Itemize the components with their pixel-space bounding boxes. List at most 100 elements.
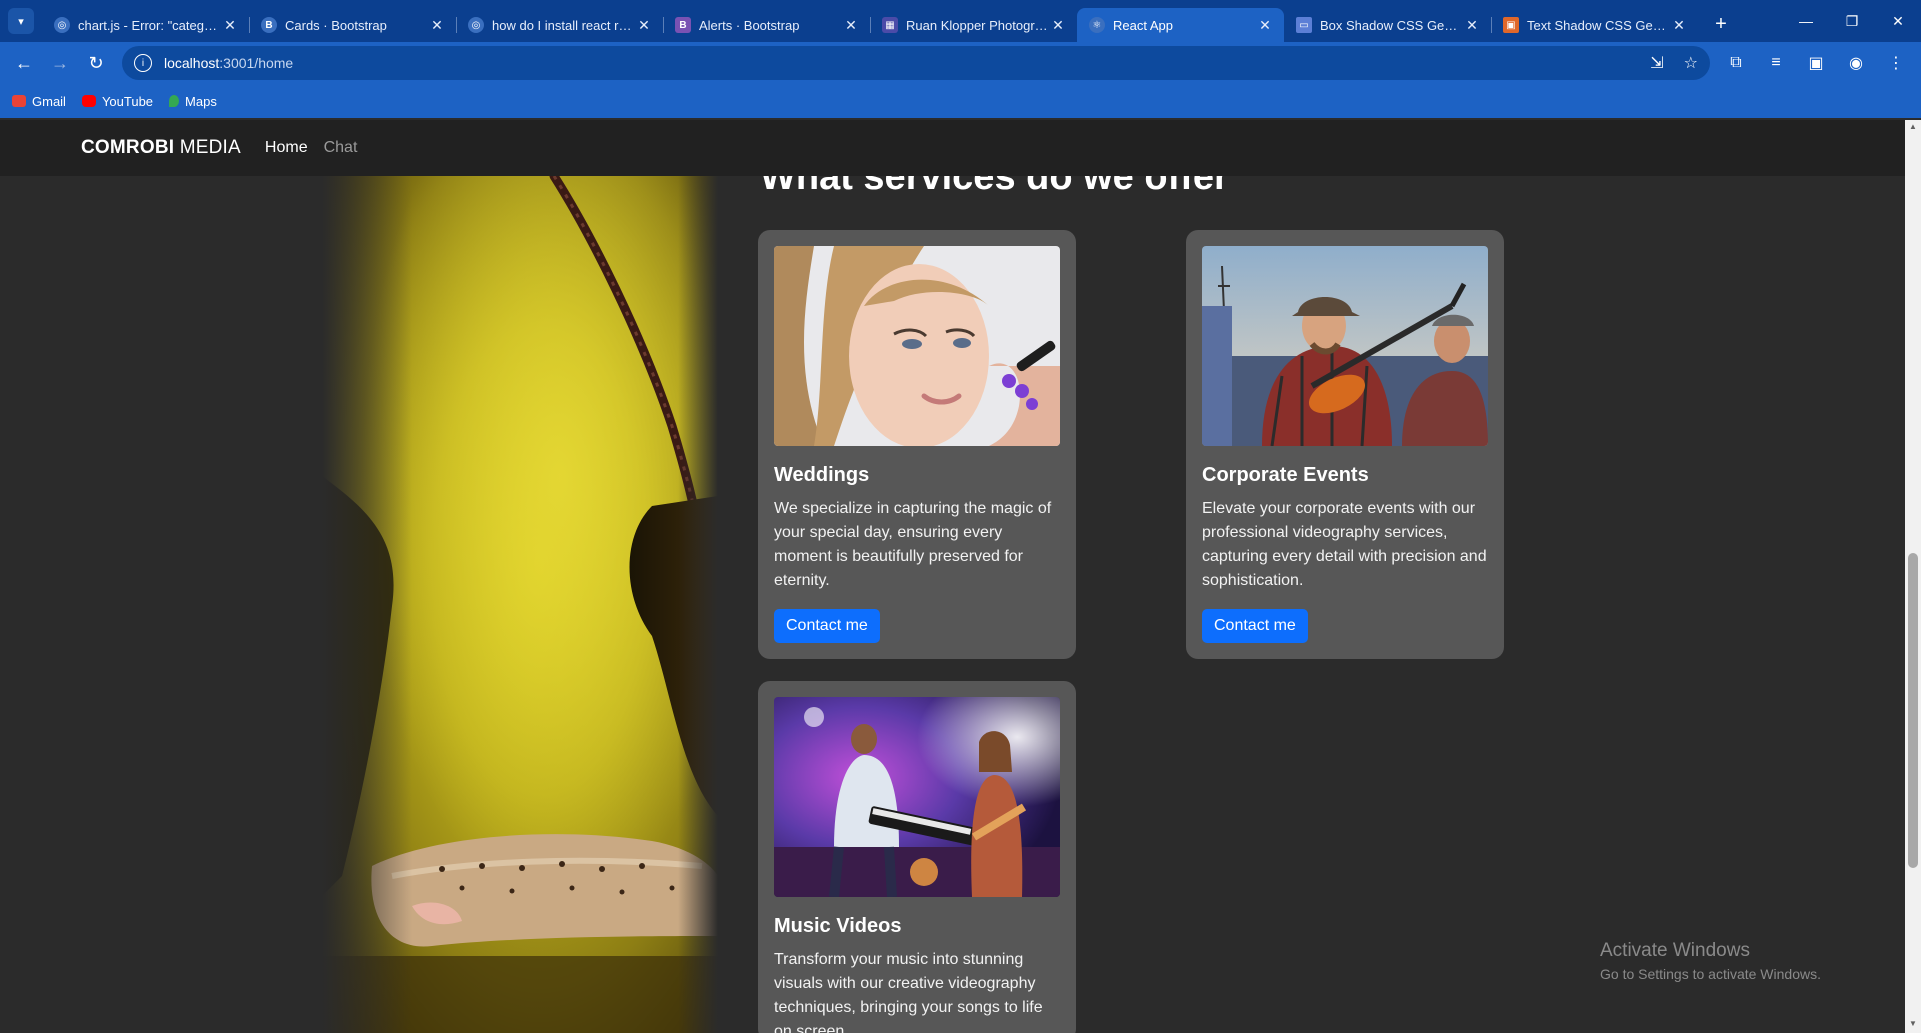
profile-avatar-icon[interactable]: ◉ [1842, 49, 1870, 77]
side-panel-icon[interactable]: ▣ [1802, 49, 1830, 77]
back-arrow-icon[interactable]: ← [6, 45, 42, 81]
scroll-down-arrow-icon[interactable]: ▼ [1909, 1019, 1917, 1028]
tab-title: Box Shadow CSS Generat [1320, 17, 1463, 33]
new-tab-plus-icon[interactable]: + [1706, 9, 1736, 39]
react-favicon-icon: ⚛ [1089, 17, 1105, 33]
tab-title: Alerts · Bootstrap [699, 17, 800, 33]
hero-fade-right [678, 176, 718, 1033]
site-navbar: COMROBI MEDIA Home Chat [0, 120, 1905, 176]
service-card-weddings: Weddings We specialize in capturing the … [758, 230, 1076, 659]
corporate-events-photo [1202, 246, 1488, 446]
browser-tab[interactable]: ◎ how do I install react rout ✕ [456, 8, 663, 42]
card-text: We specialize in capturing the magic of … [774, 500, 1052, 589]
browser-tab[interactable]: B Alerts · Bootstrap ✕ [663, 8, 870, 42]
brand-rest: MEDIA [179, 137, 241, 158]
tab-title: Ruan Klopper Photograph [906, 17, 1049, 33]
tab-favicon-icon: ▭ [1296, 17, 1312, 33]
tab-favicon-icon: ◎ [468, 17, 484, 33]
close-icon[interactable]: ✕ [1049, 17, 1067, 34]
bookmark-label: Gmail [32, 93, 66, 109]
close-icon[interactable]: ✕ [1256, 17, 1274, 34]
bookmark-label: Maps [185, 93, 217, 109]
browser-tab[interactable]: B Cards · Bootstrap ✕ [249, 8, 456, 42]
windows-activation-watermark: Activate Windows Go to Settings to activ… [1600, 940, 1821, 982]
bookmarks-bar: Gmail YouTube Maps [0, 84, 1921, 118]
toolbar-actions: ⧉ ≡ ▣ ◉ ⋮ [1722, 49, 1910, 77]
restore-icon[interactable]: ❐ [1829, 0, 1875, 42]
close-icon[interactable]: ✕ [635, 17, 653, 34]
tab-title: Text Shadow CSS Generat [1527, 17, 1670, 33]
browser-tab-bar: ▾ ◎ chart.js - Error: "category" ✕ B Car… [0, 0, 1921, 42]
service-card-corporate-events: Corporate Events Elevate your corporate … [1186, 230, 1504, 659]
address-bar[interactable]: i localhost:3001/home ⇲ ☆ [122, 46, 1710, 80]
activate-subtitle: Go to Settings to activate Windows. [1600, 966, 1821, 982]
install-app-icon[interactable]: ⇲ [1650, 53, 1663, 73]
tab-favicon-icon: ◎ [54, 17, 70, 33]
browser-tab-active[interactable]: ⚛ React App ✕ [1077, 8, 1284, 42]
hero-insect-photo [322, 176, 718, 1033]
gmail-icon [12, 95, 26, 107]
contact-me-button[interactable]: Contact me [774, 609, 880, 643]
omnibox-actions: ⇲ ☆ [1650, 53, 1698, 73]
scrollbar-thumb[interactable] [1908, 553, 1918, 868]
weddings-photo [774, 246, 1060, 446]
url-path: :3001/home [219, 55, 294, 71]
tab-favicon-icon: B [675, 17, 691, 33]
activate-title: Activate Windows [1600, 940, 1750, 961]
menu-kebab-icon[interactable]: ⋮ [1882, 49, 1910, 77]
service-card-music-videos: Music Videos Transform your music into s… [758, 681, 1076, 1033]
vertical-scrollbar[interactable]: ▲ ▼ [1905, 120, 1921, 1033]
close-icon[interactable]: ✕ [428, 17, 446, 34]
close-icon[interactable]: ✕ [221, 17, 239, 34]
browser-toolbar: ← → ↻ i localhost:3001/home ⇲ ☆ ⧉ ≡ ▣ ◉ … [0, 42, 1921, 84]
youtube-icon [81, 95, 96, 107]
page-viewport: COMROBI MEDIA Home Chat What services do… [0, 120, 1905, 1033]
makeup-illustration [774, 246, 1060, 446]
browser-tab[interactable]: ▦ Ruan Klopper Photograph ✕ [870, 8, 1077, 42]
bookmark-star-icon[interactable]: ☆ [1684, 53, 1698, 73]
extensions-puzzle-icon[interactable]: ⧉ [1722, 49, 1750, 77]
card-text: Elevate your corporate events with our p… [1202, 500, 1487, 589]
bookmark-gmail[interactable]: Gmail [12, 94, 66, 109]
nav-link-home[interactable]: Home [265, 139, 308, 157]
scroll-up-arrow-icon[interactable]: ▲ [1909, 122, 1917, 131]
tab-title: React App [1113, 17, 1173, 33]
bookmark-label: YouTube [101, 93, 154, 109]
forward-arrow-icon[interactable]: → [42, 45, 78, 81]
tab-favicon-icon: ▣ [1503, 17, 1519, 33]
tab-title: how do I install react rout [492, 17, 635, 33]
browser-tab[interactable]: ▣ Text Shadow CSS Generat ✕ [1491, 8, 1698, 42]
tab-search-chevron-icon[interactable]: ▾ [8, 8, 34, 34]
browser-tab[interactable]: ◎ chart.js - Error: "category" ✕ [42, 8, 249, 42]
maps-pin-icon [169, 95, 180, 107]
brand-bold: COMROBI [81, 137, 175, 158]
close-icon[interactable]: ✕ [1670, 17, 1688, 34]
contact-me-button[interactable]: Contact me [1202, 609, 1308, 643]
site-brand[interactable]: COMROBI MEDIA [81, 137, 241, 159]
tab-favicon-icon: B [261, 17, 277, 33]
card-title: Weddings [774, 464, 870, 486]
bookmark-youtube[interactable]: YouTube [81, 93, 154, 109]
media-control-icon[interactable]: ≡ [1762, 49, 1790, 77]
tab-favicon-icon: ▦ [882, 17, 898, 33]
window-controls: — ❐ ✕ [1783, 0, 1921, 42]
concert-illustration [774, 697, 1060, 897]
tab-title: chart.js - Error: "category" [78, 17, 221, 33]
card-title: Music Videos [774, 915, 902, 937]
bookmark-maps[interactable]: Maps [169, 94, 217, 109]
card-title: Corporate Events [1202, 464, 1369, 486]
close-icon[interactable]: ✕ [1463, 17, 1481, 34]
close-icon[interactable]: ✕ [842, 17, 860, 34]
card-text: Transform your music into stunning visua… [774, 951, 1043, 1033]
reload-icon[interactable]: ↻ [78, 45, 114, 81]
music-videos-photo [774, 697, 1060, 897]
browser-tab[interactable]: ▭ Box Shadow CSS Generat ✕ [1284, 8, 1491, 42]
minimize-icon[interactable]: — [1783, 0, 1829, 42]
guitarists-illustration [1202, 246, 1488, 446]
window-close-icon[interactable]: ✕ [1875, 0, 1921, 42]
site-info-icon[interactable]: i [134, 54, 152, 72]
hero-fade-left [322, 176, 412, 1033]
tab-title: Cards · Bootstrap [285, 17, 387, 33]
url-host: localhost [164, 55, 220, 71]
nav-link-chat[interactable]: Chat [324, 139, 358, 157]
